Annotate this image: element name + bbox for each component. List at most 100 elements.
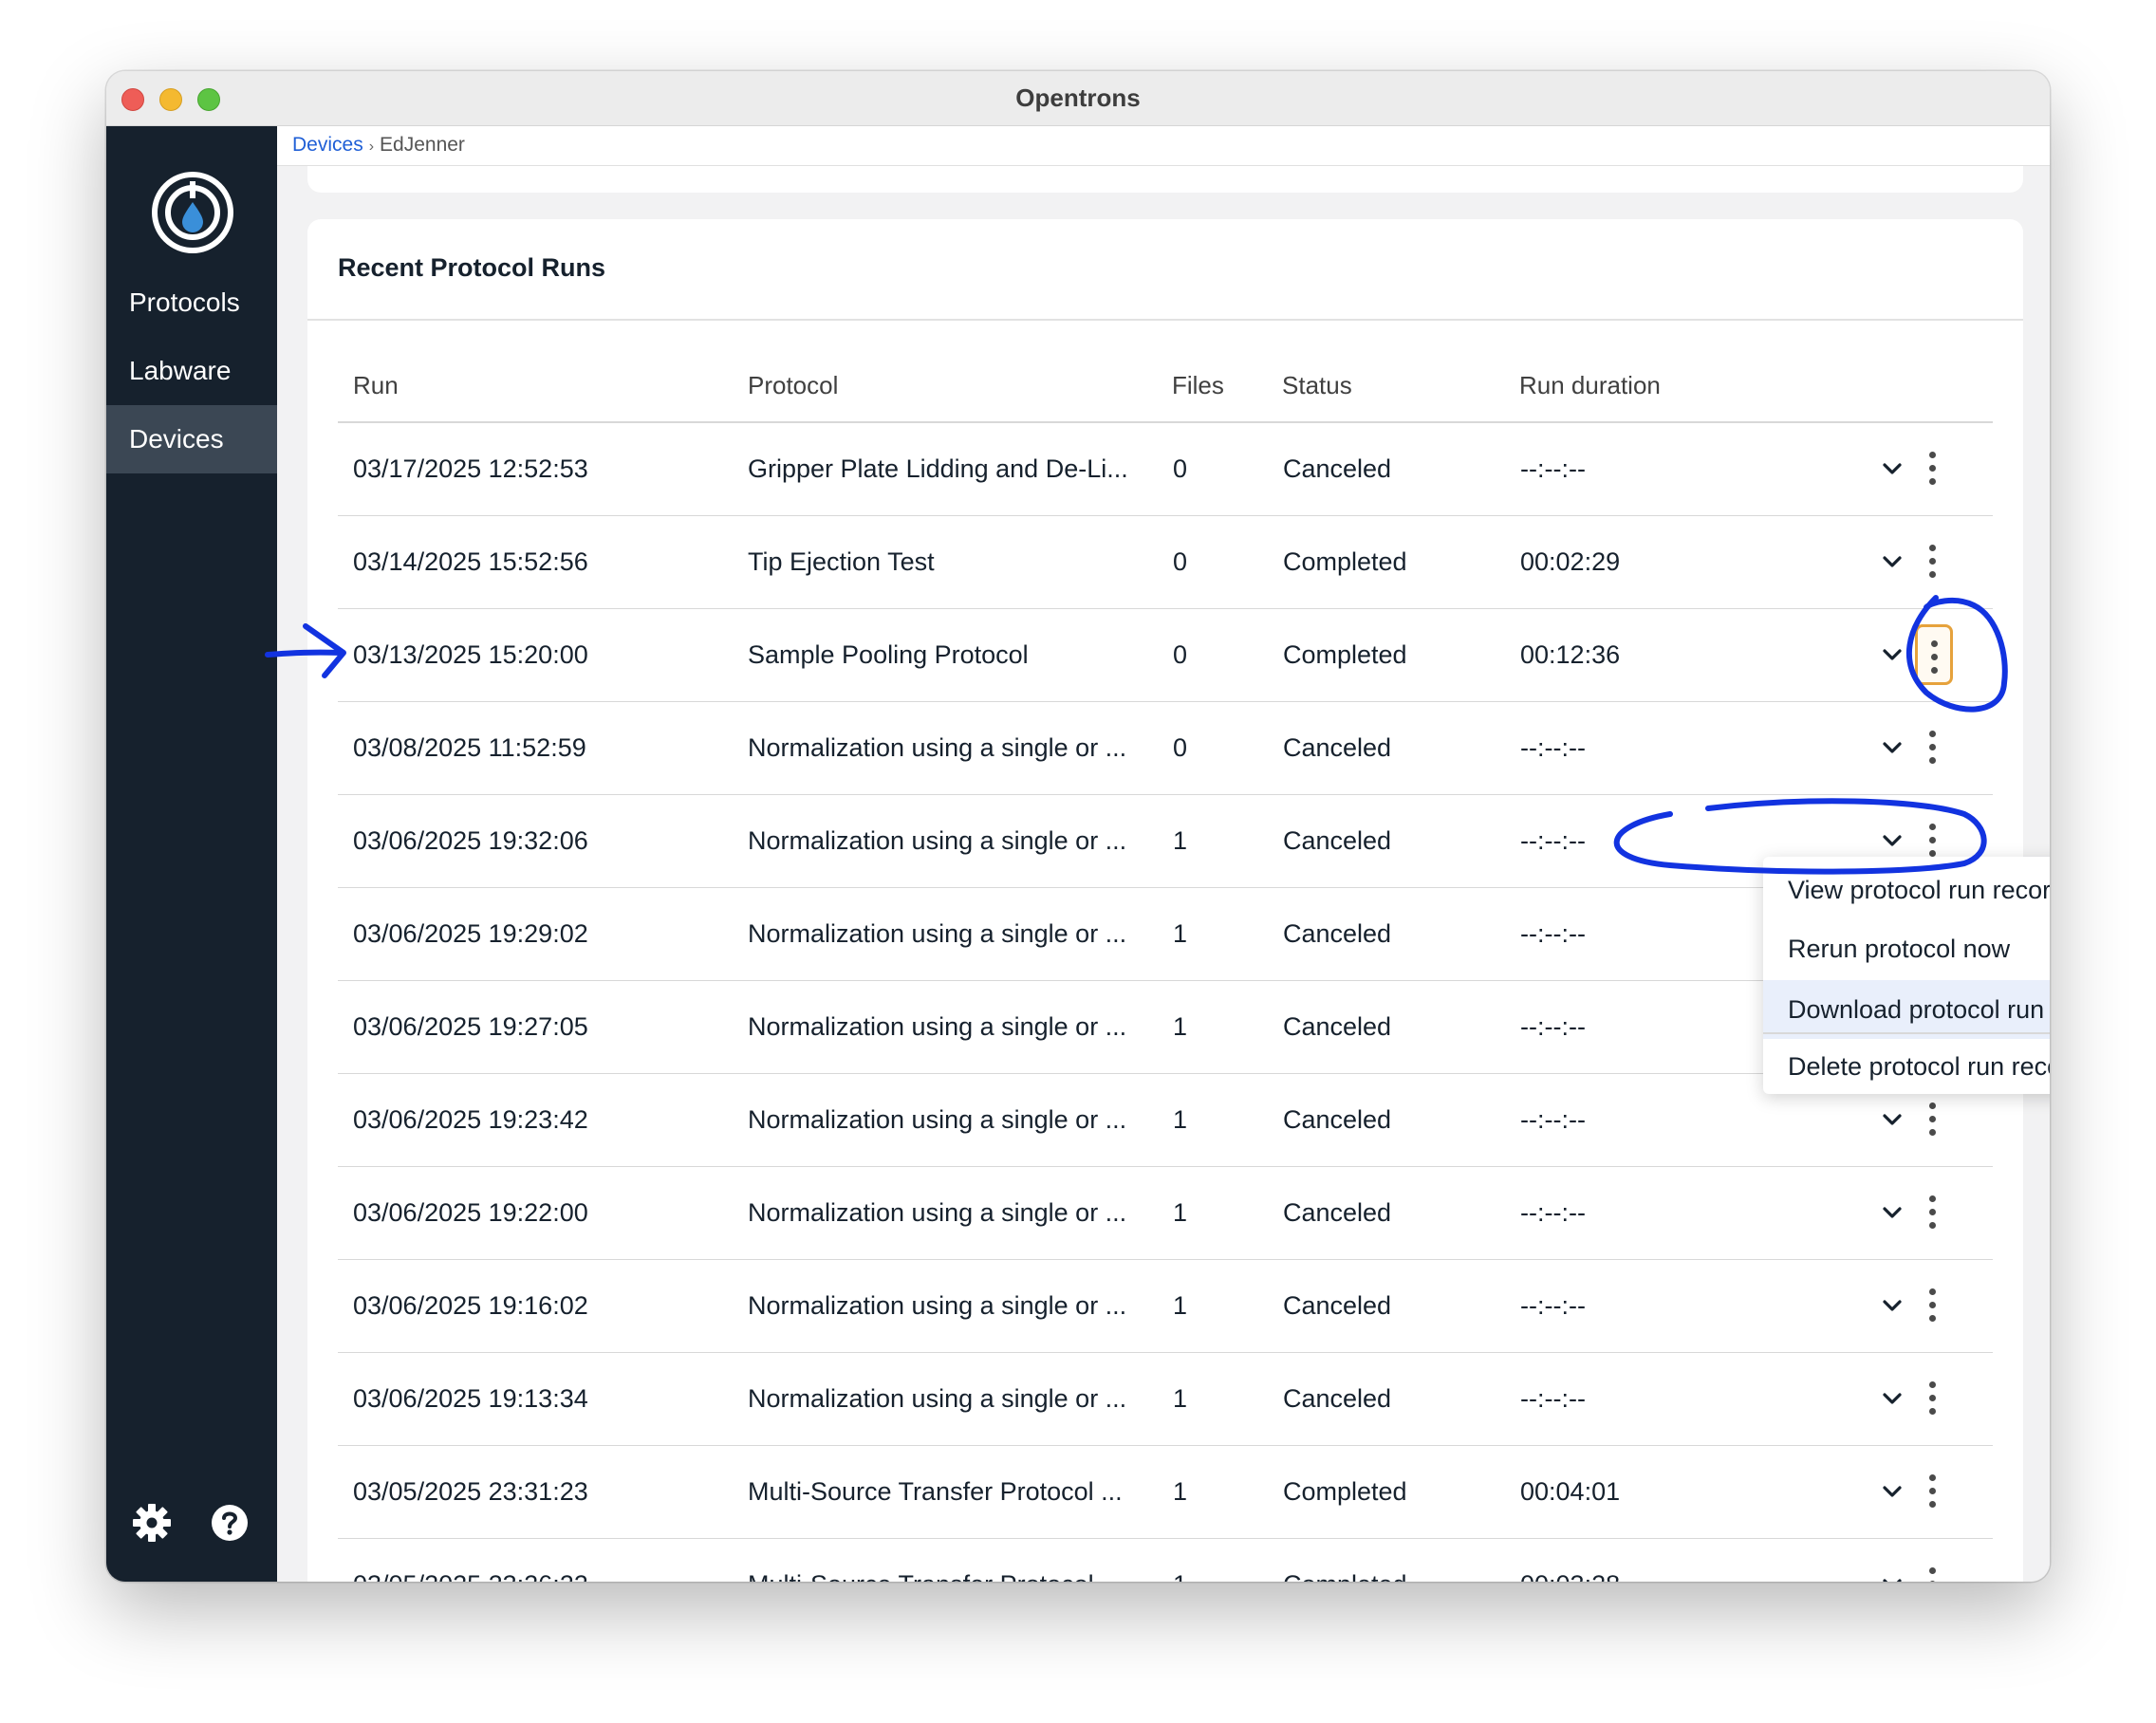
chevron-down-icon[interactable] [1879,1292,1905,1319]
sidebar-item-devices[interactable]: Devices [106,405,277,473]
files-count: 1 [1173,1105,1188,1134]
run-status: Canceled [1283,733,1392,762]
protocol-name: Multi-Source Transfer Protocol ... [748,1539,1123,1582]
overflow-menu-icon[interactable] [1919,1097,1947,1142]
chevron-down-icon[interactable] [1879,455,1905,482]
menu-dot [1929,1408,1936,1415]
run-status: Completed [1283,1539,1407,1582]
table-row[interactable]: 03/13/2025 15:20:00 Sample Pooling Protoc… [338,609,1993,702]
run-duration: --:--:-- [1520,1198,1586,1227]
table-row[interactable]: 03/06/2025 19:27:05 Normalization using a… [338,981,1993,1074]
protocol-name: Normalization using a single or ... [748,1384,1127,1413]
run-duration: --:--:-- [1520,1384,1586,1413]
overflow-menu-icon[interactable] [1919,1283,1947,1328]
run-timestamp: 03/06/2025 19:22:00 [353,1198,588,1227]
sidebar-item-label: Labware [129,356,232,385]
menu-dot [1931,654,1938,660]
column-header-run: Run [353,371,399,399]
sidebar: Protocols Labware Devices [106,126,277,1582]
chevron-right-icon: › [368,139,375,155]
window-title: Opentrons [1015,83,1141,112]
files-count: 1 [1173,1539,1187,1582]
run-status: Completed [1283,640,1407,669]
menu-item-download-run-log[interactable]: Download protocol run log [1763,980,2050,1039]
run-timestamp: 03/06/2025 19:29:02 [353,919,588,948]
table-row[interactable]: 03/08/2025 11:52:59 Normalization using a… [338,702,1993,795]
column-header-run-duration: Run duration [1519,371,1661,399]
run-timestamp: 03/08/2025 11:52:59 [353,733,586,762]
menu-dot [1929,545,1936,551]
run-status: Canceled [1283,1105,1392,1134]
protocol-name: Gripper Plate Lidding and De-Li... [748,454,1128,483]
chevron-down-icon[interactable] [1879,1385,1905,1412]
menu-dot [1929,452,1936,458]
menu-dot [1931,640,1938,647]
overflow-menu-icon[interactable] [1919,1190,1947,1235]
menu-dot [1929,837,1936,843]
protocol-name: Tip Ejection Test [748,547,935,576]
overflow-menu-icon[interactable] [1919,1376,1947,1421]
menu-dot [1929,478,1936,485]
overflow-menu-icon[interactable] [1919,725,1947,770]
run-duration: 00:02:29 [1520,547,1621,576]
menu-dot [1929,1381,1936,1388]
sidebar-item-labware[interactable]: Labware [106,337,277,405]
files-count: 1 [1173,826,1188,855]
table-row[interactable]: 03/17/2025 12:52:53 Gripper Plate Lidding… [338,423,1993,516]
chevron-down-icon[interactable] [1879,827,1905,854]
run-timestamp: 03/06/2025 19:13:34 [353,1384,588,1413]
run-status: Canceled [1283,919,1392,948]
overflow-menu-icon[interactable] [1919,1469,1947,1514]
chevron-down-icon[interactable] [1879,1478,1905,1505]
table-row[interactable]: 03/06/2025 19:29:02 Normalization using a… [338,888,1993,981]
table-row[interactable]: 03/14/2025 15:52:56 Tip Ejection Test 0 Com… [338,516,1993,609]
table-row[interactable]: 03/06/2025 19:32:06 Normalization using a… [338,795,1993,888]
menu-dot [1929,824,1936,830]
run-context-menu: View protocol run record Rerun protocol … [1763,857,2050,1094]
run-timestamp: 03/06/2025 19:27:05 [353,1012,588,1041]
chevron-down-icon[interactable] [1879,1106,1905,1133]
overflow-menu-icon[interactable] [1919,446,1947,491]
sidebar-item-protocols[interactable]: Protocols [106,269,277,337]
breadcrumb-devices-link[interactable]: Devices [292,134,363,156]
table-row[interactable]: 03/05/2025 23:26:22 Multi-Source Transfer… [338,1539,1993,1582]
card-divider [307,319,2023,321]
column-header-files: Files [1172,371,1224,399]
menu-dot [1929,731,1936,737]
sidebar-item-label: Protocols [129,287,240,317]
menu-item-rerun-protocol[interactable]: Rerun protocol now [1763,919,2050,978]
help-icon[interactable] [209,1502,251,1544]
overflow-menu-icon[interactable] [1915,624,1953,685]
run-duration: 00:04:01 [1520,1477,1621,1506]
table-row[interactable]: 03/06/2025 19:22:00 Normalization using a… [338,1167,1993,1260]
chevron-down-icon[interactable] [1879,548,1905,575]
menu-dot [1929,558,1936,565]
table-row[interactable]: 03/06/2025 19:13:34 Normalization using a… [338,1353,1993,1446]
files-count: 1 [1173,919,1188,948]
table-row[interactable]: 03/06/2025 19:16:02 Normalization using a… [338,1260,1993,1353]
menu-dot [1929,1222,1936,1229]
table-row[interactable]: 03/05/2025 23:31:23 Multi-Source Transfer… [338,1446,1993,1539]
overflow-menu-icon[interactable] [1919,539,1947,584]
run-duration: --:--:-- [1520,1291,1586,1320]
menu-dot [1931,667,1938,674]
gear-icon[interactable] [131,1502,173,1544]
run-status: Canceled [1283,1291,1392,1320]
menu-dot [1929,1501,1936,1508]
protocol-name: Normalization using a single or ... [748,826,1127,855]
run-timestamp: 03/06/2025 19:32:06 [353,826,588,855]
chevron-down-icon[interactable] [1879,734,1905,761]
overflow-menu-icon[interactable] [1919,1562,1947,1582]
app-window: Opentrons Protocols Labware Devices Devi… [106,71,2050,1582]
chevron-down-icon[interactable] [1879,1199,1905,1226]
chevron-down-icon[interactable] [1879,641,1905,668]
table-row[interactable]: 03/06/2025 19:23:42 Normalization using a… [338,1074,1993,1167]
chevron-down-icon[interactable] [1879,1571,1905,1582]
menu-item-delete-run-record[interactable]: Delete protocol run record [1763,1037,2050,1096]
menu-item-view-run-record[interactable]: View protocol run record [1763,861,2050,919]
run-status: Canceled [1283,826,1392,855]
menu-dot [1929,1395,1936,1401]
menu-dot [1929,1474,1936,1481]
run-timestamp: 03/05/2025 23:31:23 [353,1477,588,1506]
main-content: Devices › EdJenner Recent Protocol Runs Ru… [277,126,2050,1582]
